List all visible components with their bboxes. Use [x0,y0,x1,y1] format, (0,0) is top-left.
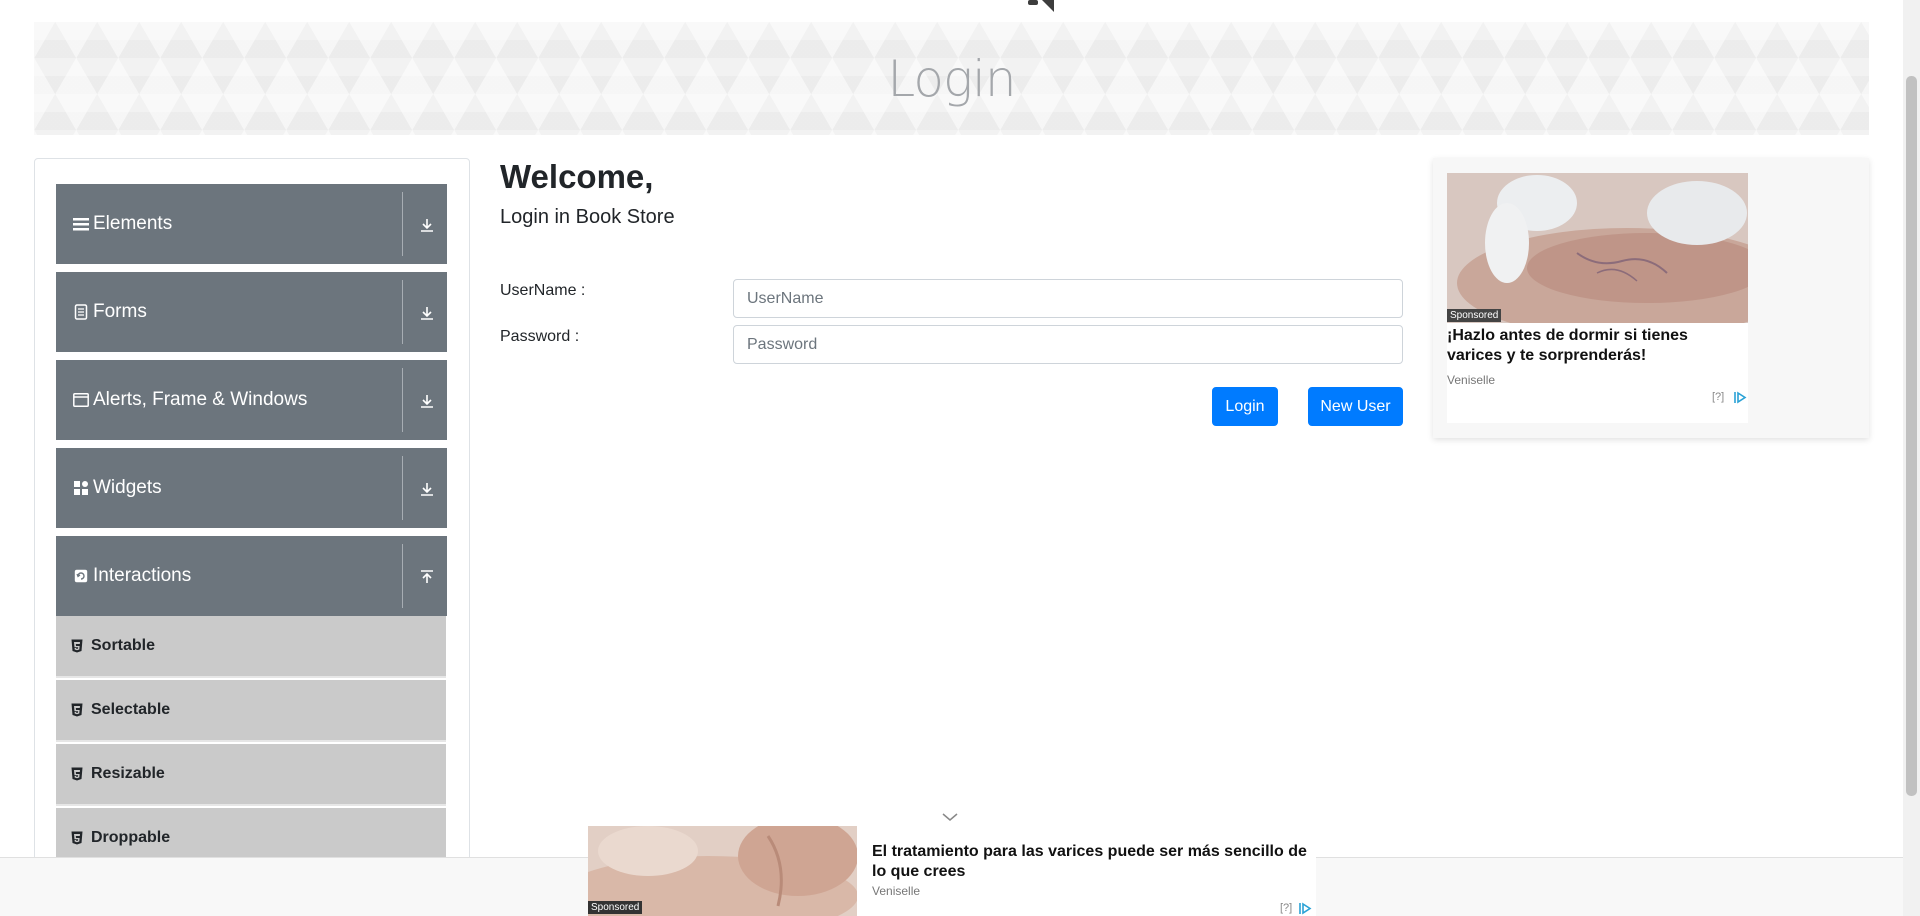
sidebar-group-label: Widgets [93,477,162,498]
new-user-button[interactable]: New User [1308,387,1403,426]
hamburger-icon [73,216,89,232]
adchoices-icon[interactable] [1733,391,1747,404]
widgets-icon [73,480,89,496]
refresh-icon [73,568,89,584]
welcome-heading: Welcome, [500,158,654,195]
sidebar-group-label: Forms [93,301,147,322]
side-ad-headline[interactable]: ¡Hazlo antes de dormir si tienes varices… [1447,326,1742,366]
divider [402,280,403,344]
html5-icon [71,703,83,717]
sponsored-badge: Sponsored [1447,309,1502,322]
login-button[interactable]: Login [1212,387,1278,426]
page: Login Elements Forms Alerts, Frame & Win… [0,0,1920,916]
sponsored-badge: Sponsored [588,901,643,914]
divider [402,456,403,520]
page-scrollbar[interactable] [1903,0,1920,916]
expand-down-icon[interactable] [419,393,435,409]
page-title: Login [887,50,1016,108]
username-label: UserName : [500,282,586,299]
expand-down-icon[interactable] [419,217,435,233]
bottom-ad-source: Veniselle [872,884,921,898]
sidebar-group-label: Elements [93,213,173,234]
site-logo[interactable] [1020,0,1074,12]
sidebar-group-alerts-frame-windows[interactable]: Alerts, Frame & Windows [56,360,447,440]
scrollbar-thumb[interactable] [1906,76,1917,796]
sidebar-item-resizable[interactable]: Resizable [56,744,446,806]
collapse-up-icon[interactable] [419,569,435,585]
sidebar-group-forms[interactable]: Forms [56,272,447,352]
login-subtitle: Login in Book Store [500,206,675,228]
ad-info-link[interactable]: [?] [1280,902,1292,914]
chevron-down-icon[interactable] [940,810,960,824]
username-input[interactable] [733,279,1403,318]
html5-icon [71,767,83,781]
sidebar-group-elements[interactable]: Elements [56,184,447,264]
sidebar-item-label: Selectable [91,701,171,718]
password-input[interactable] [733,325,1403,364]
password-label: Password : [500,328,580,345]
sidebar-group-label: Interactions [93,565,192,586]
sidebar-group-interactions[interactable]: Interactions [56,536,447,616]
expand-down-icon[interactable] [419,481,435,497]
sidebar: Elements Forms Alerts, Frame & Windows W… [34,158,470,916]
bottom-ad-headline[interactable]: El tratamiento para las varices puede se… [872,842,1312,882]
adchoices-icon[interactable] [1298,902,1312,915]
sidebar-group-label: Alerts, Frame & Windows [93,389,308,410]
side-ad-source: Veniselle [1447,373,1496,387]
expand-down-icon[interactable] [419,305,435,321]
sidebar-group-widgets[interactable]: Widgets [56,448,447,528]
divider [402,192,403,256]
divider [402,544,403,608]
sidebar-item-sortable[interactable]: Sortable [56,616,446,678]
sidebar-item-label: Droppable [91,829,171,846]
html5-icon [71,831,83,845]
sidebar-item-label: Resizable [91,765,165,782]
document-icon [73,304,89,320]
side-ad-image[interactable] [1447,173,1748,323]
ad-info-link[interactable]: [?] [1712,391,1724,403]
window-icon [73,392,89,408]
page-banner: Login [34,22,1869,135]
side-ad-card[interactable]: Sponsored ¡Hazlo antes de dormir si tien… [1447,173,1748,423]
divider [402,368,403,432]
sidebar-item-label: Sortable [91,637,156,654]
side-ad: Sponsored ¡Hazlo antes de dormir si tien… [1433,158,1869,438]
bottom-ad[interactable]: Sponsored El tratamiento para las varice… [588,826,1316,916]
html5-icon [71,639,83,653]
sidebar-item-selectable[interactable]: Selectable [56,680,446,742]
